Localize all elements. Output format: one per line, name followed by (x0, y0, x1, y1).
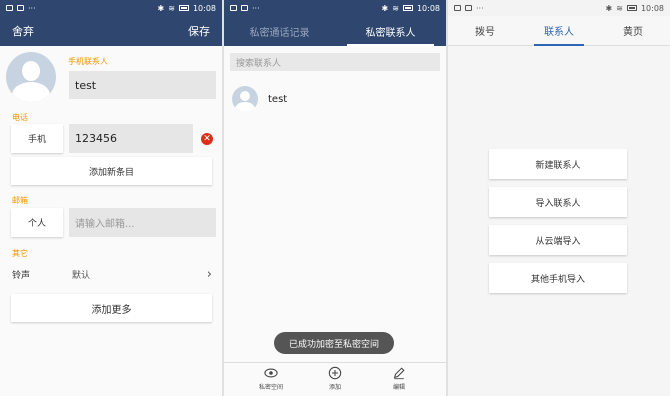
add-more-button[interactable]: 添加更多 (11, 294, 212, 322)
wifi-icon: ≋ (616, 3, 623, 13)
contact-account-label: 手机联系人 (68, 57, 108, 66)
status-time: 10:08 (192, 3, 216, 13)
import-from-cloud-button[interactable]: 从云端导入 (489, 225, 627, 255)
name-field[interactable]: test (69, 71, 216, 99)
discard-button[interactable]: 舍弃 (12, 23, 34, 39)
status-time: 10:08 (416, 3, 440, 13)
private-contacts-screen: ··· ✱ ≋ 10:08 私密通话记录 私密联系人 搜索联系人 test 已成功加… (224, 0, 446, 396)
contact-name: test (268, 93, 288, 105)
list-item[interactable]: test (232, 86, 438, 112)
email-type-selector[interactable]: 个人 (11, 208, 63, 237)
battery-icon (402, 5, 413, 11)
import-from-other-phone-button[interactable]: 其他手机导入 (489, 263, 627, 293)
main-tabs: 拨号 联系人 黄页 (448, 16, 670, 46)
tab-contacts[interactable]: 联系人 (522, 16, 596, 46)
bluetooth-icon: ✱ (381, 3, 389, 13)
bluetooth-icon: ✱ (157, 3, 165, 13)
edit-button[interactable]: 编辑 (379, 366, 419, 396)
eye-icon (264, 368, 278, 378)
add-entry-button[interactable]: 添加新条目 (11, 157, 212, 185)
private-tabs: 私密通话记录 私密联系人 (224, 16, 446, 46)
bluetooth-icon: ✱ (605, 3, 613, 13)
phone-field[interactable]: 123456 (69, 124, 193, 153)
email-section-label: 邮箱 (12, 196, 28, 205)
notification-icon (230, 5, 237, 11)
avatar (232, 86, 258, 112)
notification-icon (454, 5, 461, 11)
ringtone-label: 铃声 (12, 270, 31, 281)
wifi-icon: ≋ (392, 3, 399, 13)
notification-icon (6, 5, 13, 11)
phone-section-label: 电话 (12, 113, 28, 122)
add-button[interactable]: 添加 (315, 366, 355, 396)
status-bar: ··· ✱ ≋ 10:08 (0, 0, 222, 16)
search-input[interactable]: 搜索联系人 (230, 53, 440, 71)
chevron-right-icon: › (206, 266, 212, 282)
phone-type-selector[interactable]: 手机 (11, 124, 63, 153)
edit-header: 舍弃 保存 (0, 16, 222, 46)
message-icon (17, 5, 24, 11)
status-time: 10:08 (640, 3, 664, 13)
battery-icon (178, 5, 189, 11)
status-bar: ··· ✱ ≋ 10:08 (448, 0, 670, 16)
ringtone-value: 默认 (72, 270, 91, 281)
edit-contact-screen: ··· ✱ ≋ 10:08 舍弃 保存 手机联系人 test 电话 手机 12345… (0, 0, 222, 396)
pencil-icon (393, 367, 405, 380)
status-bar: ··· ✱ ≋ 10:08 (224, 0, 446, 16)
email-field[interactable]: 请输入邮箱... (69, 208, 216, 237)
contacts-screen: ··· ✱ ≋ 10:08 拨号 联系人 黄页 新建联系人 导入联系人 从云端导入 … (448, 0, 670, 396)
other-section-label: 其它 (12, 249, 28, 258)
ringtone-row[interactable]: 铃声 默认 › (12, 264, 212, 284)
tab-private-calls[interactable]: 私密通话记录 (224, 16, 335, 46)
bottom-toolbar: 私密空间 添加 编辑 (224, 362, 446, 396)
tab-private-contacts[interactable]: 私密联系人 (335, 16, 446, 46)
avatar[interactable] (6, 52, 56, 102)
private-space-button[interactable]: 私密空间 (251, 366, 291, 396)
save-button[interactable]: 保存 (188, 23, 210, 39)
import-contacts-button[interactable]: 导入联系人 (489, 187, 627, 217)
new-contact-button[interactable]: 新建联系人 (489, 149, 627, 179)
tab-dialer[interactable]: 拨号 (448, 16, 522, 45)
wifi-icon: ≋ (168, 3, 175, 13)
delete-phone-icon[interactable]: ✕ (201, 133, 213, 145)
battery-icon (626, 5, 637, 11)
tab-yellow-pages[interactable]: 黄页 (596, 16, 670, 45)
message-icon (241, 5, 248, 11)
plus-circle-icon (328, 366, 342, 380)
toast-message: 已成功加密至私密空间 (274, 332, 394, 354)
message-icon (465, 5, 472, 11)
